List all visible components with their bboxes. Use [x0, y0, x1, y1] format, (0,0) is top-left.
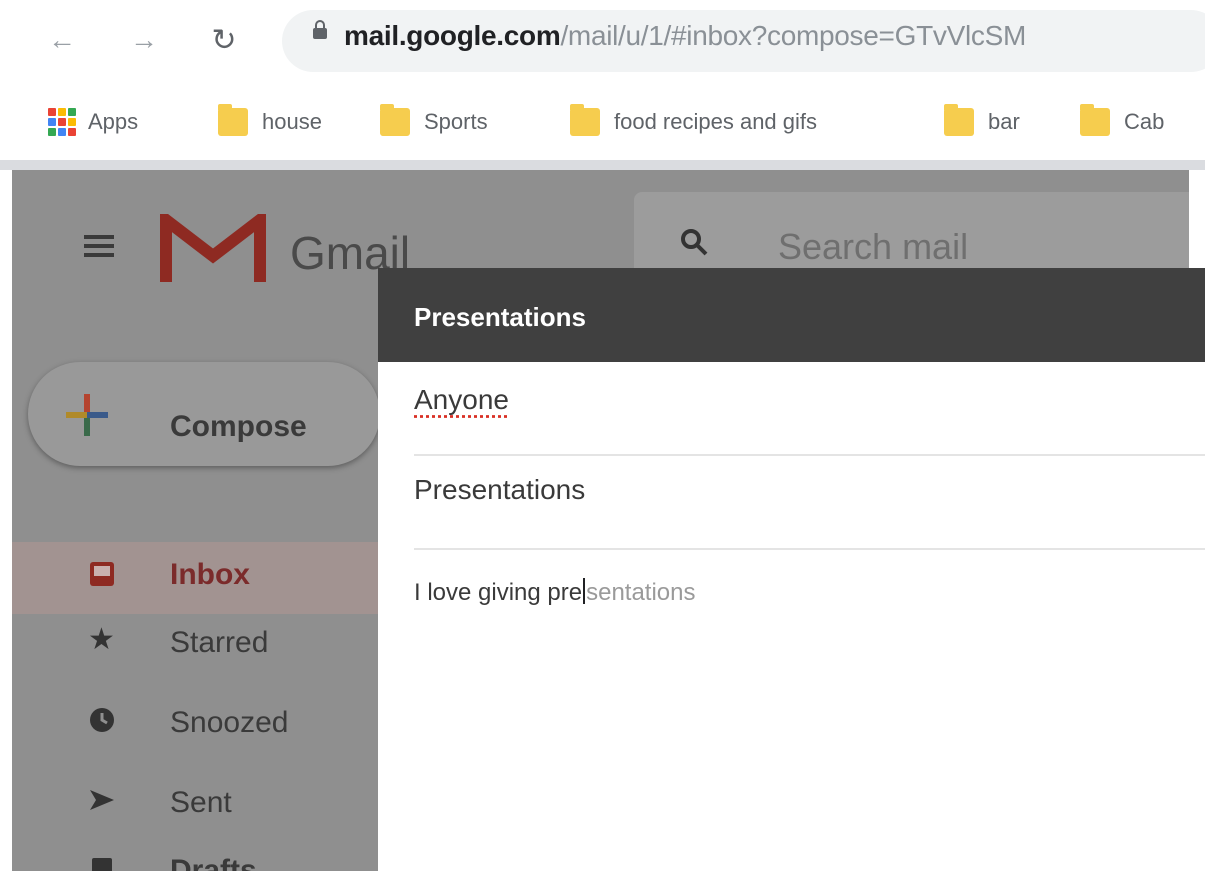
nav-label-sent: Sent — [170, 786, 232, 819]
search-icon[interactable] — [680, 228, 708, 256]
bookmark-cab[interactable]: Cab — [1080, 104, 1165, 136]
folder-icon — [944, 104, 974, 136]
bookmark-label: Sports — [424, 109, 488, 134]
bookmark-label: bar — [988, 109, 1020, 134]
nav-item-starred[interactable]: ★ Starred — [12, 618, 382, 678]
reload-icon[interactable]: ↻ — [204, 20, 244, 60]
nav-item-snoozed[interactable]: Snoozed — [12, 698, 382, 758]
back-arrow-icon[interactable]: ← — [42, 20, 82, 60]
nav-label-starred: Starred — [170, 626, 269, 659]
star-icon: ★ — [88, 623, 115, 656]
folder-icon — [218, 104, 248, 136]
bookmark-sports[interactable]: Sports — [380, 104, 488, 136]
url-text[interactable]: mail.google.com/mail/u/1/#inbox?compose=… — [344, 20, 1026, 52]
bookmarks-bar: Apps house Sports food recipes and gifs … — [0, 100, 1205, 152]
to-recipient: Anyone — [414, 384, 509, 415]
main-menu-icon[interactable] — [84, 235, 114, 257]
message-body[interactable]: I love giving pre sentations — [414, 578, 696, 607]
bookmark-bar[interactable]: bar — [944, 104, 1020, 136]
text-cursor — [583, 578, 586, 604]
folder-icon — [1080, 104, 1110, 136]
bookmark-label: house — [262, 109, 322, 134]
nav-label-snoozed: Snoozed — [170, 706, 289, 739]
nav-item-sent[interactable]: Sent — [12, 778, 382, 838]
nav-label-drafts: Drafts — [170, 854, 257, 871]
send-icon — [90, 790, 114, 810]
inbox-icon — [90, 562, 114, 586]
nav-label-inbox: Inbox — [170, 558, 250, 591]
url-host: mail.google.com — [344, 20, 561, 51]
subject-value: Presentations — [414, 474, 586, 505]
folder-icon — [380, 104, 410, 136]
search-placeholder: Search mail — [778, 226, 969, 267]
gmail-logo-icon[interactable] — [158, 214, 268, 284]
body-suggested-text: sentations — [586, 579, 696, 606]
chrome-divider — [0, 160, 1205, 170]
bookmark-label: food recipes and gifs — [614, 109, 818, 134]
bookmark-label: Cab — [1124, 109, 1165, 134]
clock-icon — [90, 708, 114, 732]
compose-window-title: Presentations — [414, 302, 586, 332]
compose-window: Presentations Anyone Presentations I lov… — [378, 268, 1205, 871]
bookmark-food-recipes[interactable]: food recipes and gifs — [570, 104, 818, 136]
nav-item-inbox[interactable]: Inbox — [12, 550, 382, 610]
to-field[interactable]: Anyone — [414, 362, 1205, 456]
bookmark-apps[interactable]: Apps — [48, 108, 138, 136]
subject-field[interactable]: Presentations — [414, 456, 1205, 550]
compose-header[interactable]: Presentations — [378, 268, 1205, 362]
lock-icon[interactable] — [313, 20, 327, 39]
browser-toolbar: ← → ↻ mail.google.com/mail/u/1/#inbox?co… — [0, 0, 1205, 88]
compose-label: Compose — [170, 410, 307, 443]
apps-grid-icon — [48, 108, 76, 136]
bookmark-house[interactable]: house — [218, 104, 322, 136]
body-typed-text: I love giving pre — [414, 579, 583, 606]
forward-arrow-icon[interactable]: → — [124, 20, 164, 60]
nav-item-drafts[interactable]: Drafts — [12, 850, 382, 871]
compose-plus-icon — [66, 394, 108, 436]
url-path: /mail/u/1/#inbox?compose=GTvVlcSM — [560, 20, 1026, 51]
bookmark-label: Apps — [88, 109, 139, 134]
folder-icon — [570, 104, 600, 136]
draft-icon — [92, 858, 112, 871]
